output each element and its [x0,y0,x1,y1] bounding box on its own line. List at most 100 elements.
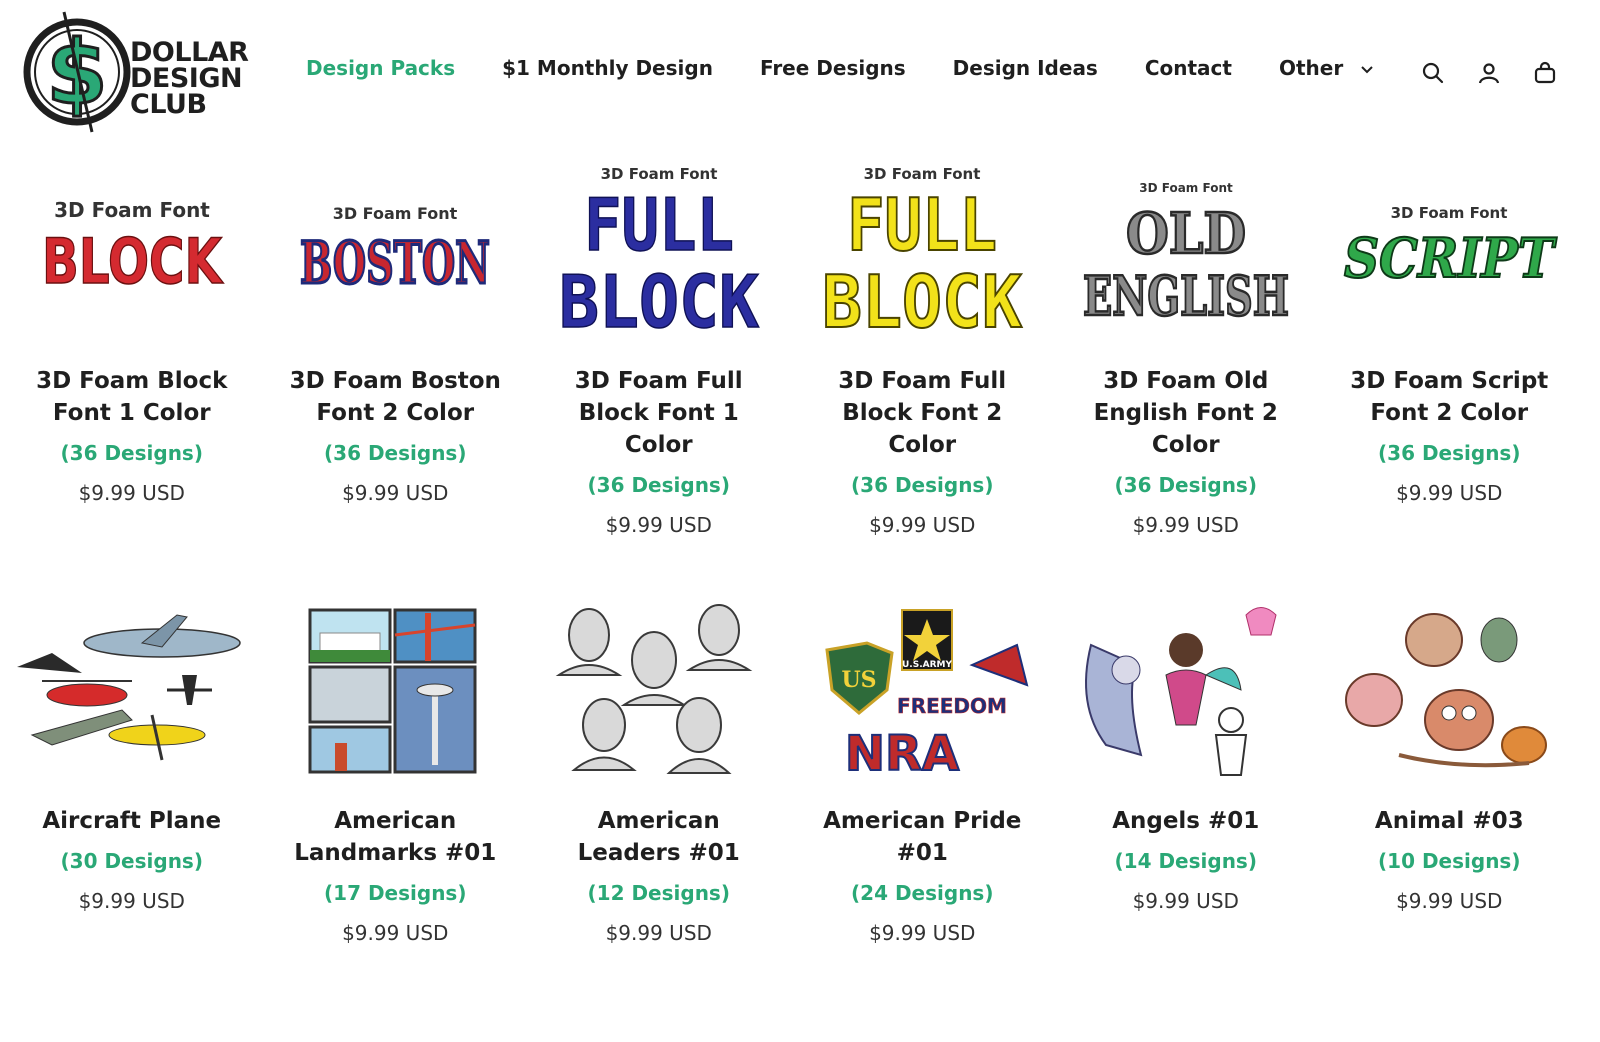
svg-text:3D Foam Font: 3D Foam Font [600,165,717,183]
cart-icon [1534,61,1556,84]
svg-text:ENGLISH: ENGLISH [1083,264,1289,328]
product-price: $9.99 USD [605,513,712,537]
product-row: Aircraft Plane (30 Designs) $9.99 USD Am… [0,595,1600,945]
boston-font-image: 3D Foam Font BOSTON [299,204,492,299]
product-row: 3D Foam Font BLOCK 3D Foam Block Font 1 … [0,155,1600,537]
product-price: $9.99 USD [1396,481,1503,505]
svg-text:3D Foam Font: 3D Foam Font [864,165,981,183]
product-card[interactable]: 3D Foam Font FULL BLOCK 3D Foam Full Blo… [791,155,1055,537]
product-image[interactable]: 3D Foam Font BLOCK [12,155,252,355]
design-count: (30 Designs) [60,849,203,873]
svg-text:BLOCK: BLOCK [42,225,224,298]
search-icon [1422,62,1444,84]
dollar-logo-icon: $ [23,11,131,133]
product-card[interactable]: 3D Foam Font FULL BLOCK 3D Foam Full Blo… [527,155,791,537]
main-nav: Design Packs $1 Monthly Design Free Desi… [306,56,1421,80]
product-image[interactable] [12,595,252,795]
product-title[interactable]: Angels #01 [1071,805,1301,837]
product-image[interactable]: 3D Foam Font BOSTON [275,155,515,355]
landmarks-image [308,608,477,774]
product-title[interactable]: 3D Foam Full Block Font 2 Color [807,365,1037,461]
svg-text:U.S.ARMY: U.S.ARMY [902,660,952,670]
design-count: (36 Designs) [60,441,203,465]
design-count: (36 Designs) [851,473,994,497]
product-title[interactable]: 3D Foam Boston Font 2 Color [280,365,510,429]
product-price: $9.99 USD [342,921,449,945]
product-card[interactable]: Animal #03 (10 Designs) $9.99 USD [1318,595,1582,945]
product-image[interactable]: 3D Foam Font OLD ENGLISH [1066,155,1306,355]
product-title[interactable]: American Landmarks #01 [280,805,510,869]
account-button[interactable] [1474,58,1504,88]
product-title[interactable]: Animal #03 [1334,805,1564,837]
design-count: (36 Designs) [324,441,467,465]
site-logo[interactable]: $ DOLLAR DESIGN CLUB [22,10,272,135]
product-image[interactable]: U.S.ARMY US FREEDOM NRA [802,595,1042,795]
product-title[interactable]: American Leaders #01 [544,805,774,869]
nav-design-packs[interactable]: Design Packs [306,56,455,80]
product-card[interactable]: Angels #01 (14 Designs) $9.99 USD [1054,595,1318,945]
product-title[interactable]: 3D Foam Script Font 2 Color [1334,365,1564,429]
angels-image [1084,607,1277,776]
search-button[interactable] [1418,58,1448,88]
design-count: (36 Designs) [587,473,730,497]
nav-free-designs[interactable]: Free Designs [760,56,906,80]
design-count: (24 Designs) [851,881,994,905]
site-header: $ DOLLAR DESIGN CLUB Design Packs $1 Mon… [0,0,1600,150]
product-card[interactable]: 3D Foam Font BLOCK 3D Foam Block Font 1 … [0,155,264,537]
product-card[interactable]: 3D Foam Font OLD ENGLISH 3D Foam Old Eng… [1054,155,1318,537]
aircraft-image [16,614,241,761]
nav-other-dropdown[interactable]: Other [1279,56,1374,80]
product-price: $9.99 USD [869,921,976,945]
brand-wordmark: DOLLAR DESIGN CLUB [130,39,249,118]
product-card[interactable]: U.S.ARMY US FREEDOM NRA American Pride #… [791,595,1055,945]
product-price: $9.99 USD [1396,889,1503,913]
chevron-down-icon [1361,65,1373,73]
design-count: (36 Designs) [1114,473,1257,497]
product-title[interactable]: Aircraft Plane [17,805,247,837]
old-english-font-image: 3D Foam Font OLD ENGLISH [1082,181,1291,329]
product-image[interactable]: 3D Foam Font SCRIPT [1329,155,1569,355]
product-card[interactable]: American Landmarks #01 (17 Designs) $9.9… [264,595,528,945]
product-price: $9.99 USD [342,481,449,505]
product-card[interactable]: 3D Foam Font BOSTON 3D Foam Boston Font … [264,155,528,537]
nav-monthly-design[interactable]: $1 Monthly Design [502,56,713,80]
product-price: $9.99 USD [605,921,712,945]
design-count: (10 Designs) [1378,849,1521,873]
american-pride-image: U.S.ARMY US FREEDOM NRA [825,609,1029,783]
svg-text:FULL: FULL [847,183,997,267]
product-image[interactable]: 3D Foam Font FULL BLOCK [802,155,1042,355]
script-font-image: 3D Foam Font SCRIPT [1343,204,1558,291]
nav-contact[interactable]: Contact [1145,56,1232,80]
account-icon [1478,63,1500,84]
product-title[interactable]: American Pride #01 [807,805,1037,869]
product-card[interactable]: 3D Foam Font SCRIPT 3D Foam Script Font … [1318,155,1582,537]
svg-text:BOSTON: BOSTON [300,229,490,297]
svg-text:FULL: FULL [584,183,734,267]
svg-text:US: US [842,667,877,693]
product-card[interactable]: Aircraft Plane (30 Designs) $9.99 USD [0,595,264,945]
animals-image [1345,613,1548,768]
product-title[interactable]: 3D Foam Full Block Font 1 Color [544,365,774,461]
svg-text:NRA: NRA [845,726,959,782]
leaders-image [555,604,753,774]
svg-text:FREEDOM: FREEDOM [897,694,1007,718]
nav-design-ideas[interactable]: Design Ideas [953,56,1098,80]
product-image[interactable] [1066,595,1306,795]
product-title[interactable]: 3D Foam Old English Font 2 Color [1071,365,1301,461]
product-image[interactable] [539,595,779,795]
svg-text:3D Foam Font: 3D Foam Font [1391,204,1508,222]
nav-other-label: Other [1278,56,1344,80]
design-count: (17 Designs) [324,881,467,905]
product-image[interactable] [275,595,515,795]
product-image[interactable] [1329,595,1569,795]
product-price: $9.99 USD [1132,889,1239,913]
product-image[interactable]: 3D Foam Font FULL BLOCK [539,155,779,355]
design-count: (14 Designs) [1114,849,1257,873]
product-card[interactable]: American Leaders #01 (12 Designs) $9.99 … [527,595,791,945]
product-title[interactable]: 3D Foam Block Font 1 Color [17,365,247,429]
cart-button[interactable] [1530,58,1560,88]
product-grid: 3D Foam Font BLOCK 3D Foam Block Font 1 … [0,155,1600,945]
product-price: $9.99 USD [869,513,976,537]
product-price: $9.99 USD [78,481,185,505]
block-font-image: 3D Foam Font BLOCK [41,198,224,299]
